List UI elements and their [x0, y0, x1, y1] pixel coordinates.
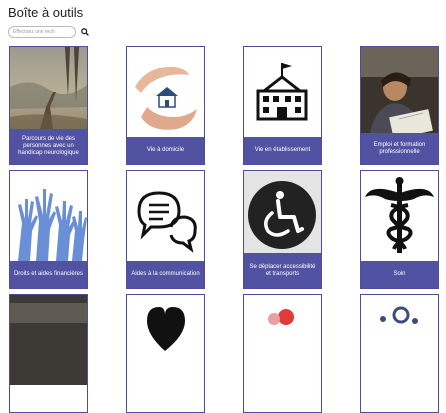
card-label: Aides à la communication [127, 261, 204, 288]
card-emploi[interactable]: Emploi et formation professionnelle [360, 46, 439, 165]
student-photo [361, 47, 438, 137]
card-label: Se déplacer accessibilité et transports [244, 253, 321, 288]
card-label: Soin [361, 261, 438, 288]
card-label: Vie en établissement [244, 137, 321, 164]
search-icon[interactable] [80, 27, 90, 37]
card-row3-2[interactable] [126, 294, 205, 413]
card-row3-1[interactable] [9, 294, 88, 413]
card-row3-4[interactable] [360, 294, 439, 413]
card-aides-communication[interactable]: Aides à la communication [126, 170, 205, 289]
card-soin[interactable]: Soin [360, 170, 439, 289]
wheelchair-icon [244, 171, 321, 261]
search-input[interactable] [8, 26, 76, 38]
people-icon [244, 295, 321, 385]
hands-house-icon [127, 47, 204, 137]
card-label: Emploi et formation professionnelle [361, 133, 438, 164]
speech-bubbles-icon [127, 171, 204, 261]
gears-icon [361, 295, 438, 385]
caduceus-icon [361, 171, 438, 261]
card-vie-en-etablissement[interactable]: Vie en établissement [243, 46, 322, 165]
card-label: Parcours de vie des personnes avec un ha… [10, 129, 87, 164]
heart-icon [127, 295, 204, 385]
photo [10, 295, 87, 385]
boardwalk-photo [10, 47, 87, 137]
card-parcours-de-vie[interactable]: Parcours de vie des personnes avec un ha… [9, 46, 88, 165]
card-vie-a-domicile[interactable]: Vie à domicile [126, 46, 205, 165]
card-label: Droits et aides financières [10, 261, 87, 288]
card-se-deplacer[interactable]: Se déplacer accessibilité et transports [243, 170, 322, 289]
card-label: Vie à domicile [127, 137, 204, 164]
raised-hands-icon [10, 171, 87, 261]
card-droits[interactable]: Droits et aides financières [9, 170, 88, 289]
building-icon [244, 47, 321, 137]
card-row3-3[interactable] [243, 294, 322, 413]
page-title: Boîte à outils [8, 5, 84, 20]
search-row [8, 26, 90, 38]
